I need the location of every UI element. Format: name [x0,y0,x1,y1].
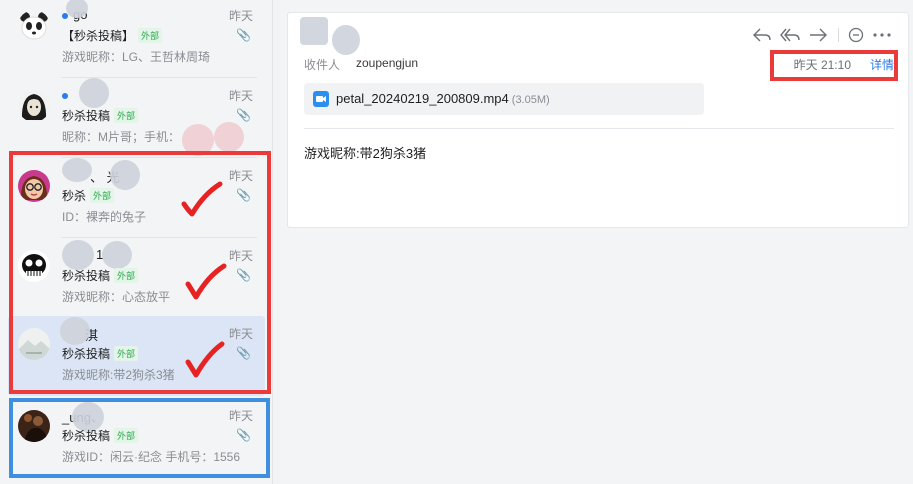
video-file-icon [313,91,329,107]
divider [304,128,894,129]
redaction-blur [79,78,109,108]
mail-preview: 昵称：M片哥；手机： [62,130,180,144]
attachment-clip-icon: 📎 [236,108,251,122]
mail-subject: 秒杀投稿 外部 [62,107,139,124]
mail-item[interactable]: 昨天 秒杀投稿 外部 📎 昵称：M片哥；手机： [8,78,265,158]
more-icon[interactable] [872,25,892,45]
mail-date: 昨天 [228,9,253,23]
comment-icon[interactable] [846,25,866,45]
mail-preview: 游戏昵称：LG、王哲林周琦 [62,50,211,64]
recipient-value[interactable]: zoupengjun [356,56,418,70]
blue-annotation-box [9,398,270,478]
toolbar-separator [838,28,839,42]
attachment-clip-icon: 📎 [236,28,251,42]
attachment-size: (3.05M) [511,94,550,106]
subject-text: 【秒杀投稿】 [62,29,135,43]
panda-avatar-icon [18,10,50,42]
sender-name [62,87,73,102]
mail-body: 游戏昵称:带2狗杀3猪 [304,146,427,161]
subject-text: 秒杀投稿 [62,109,111,123]
redaction-blur [332,25,360,55]
unread-dot [62,92,68,99]
red-annotation-box [9,151,271,394]
redaction-blur [214,122,244,152]
mail-date: 昨天 [228,89,253,103]
mail-item[interactable]: go 昨天 【秒杀投稿】外部 📎 游戏昵称：LG、王哲林周琦 [8,0,265,78]
forward-icon[interactable] [808,25,828,45]
external-badge: 外部 [138,28,163,43]
reply-all-icon[interactable] [780,25,800,45]
mail-subject: 【秒杀投稿】 外部 [62,27,163,44]
dark-hair-avatar-icon [18,90,50,122]
recipient-label: 收件人 [304,58,341,72]
external-badge: 外部 [114,108,139,123]
red-annotation-box [770,50,898,81]
reply-icon[interactable] [752,25,772,45]
mail-list: go 昨天 【秒杀投稿】外部 📎 游戏昵称：LG、王哲林周琦 昨天 秒杀投稿外部… [0,0,273,484]
reader-toolbar [752,25,892,45]
attachment-filename: petal_20240219_200809.mp4 [336,91,509,106]
redaction-blur [300,17,328,45]
mail-reader: 收件人 zoupengjun 昨天 21:10 详情 petal_2024021… [287,12,909,228]
attachment-name: petal_20240219_200809.mp4 (3.05M) [336,91,550,106]
attachment-chip[interactable]: petal_20240219_200809.mp4 (3.05M) [304,83,704,115]
